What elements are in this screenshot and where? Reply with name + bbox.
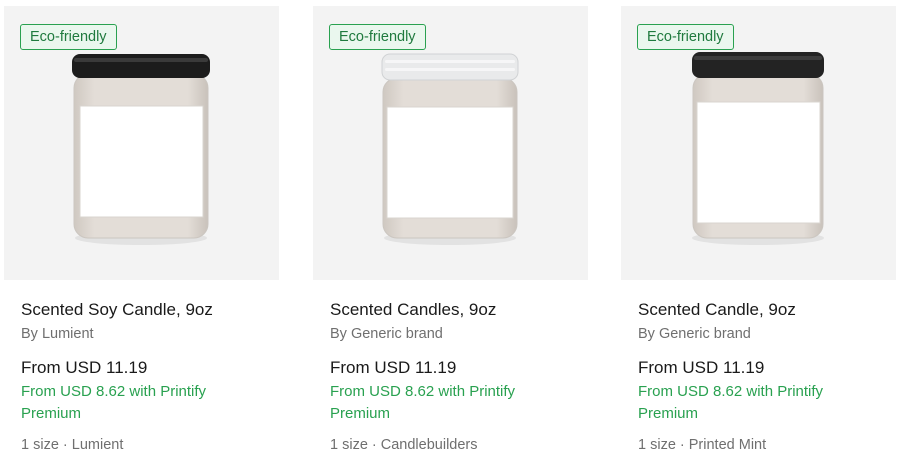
product-meta: 1 size · Printed Mint bbox=[638, 437, 767, 453]
product-meta: 1 size · Candlebuilders bbox=[330, 437, 478, 453]
product-grid: Eco-friendly Scented Soy Candle, 9oz By … bbox=[0, 0, 900, 458]
product-image[interactable]: Eco-friendly bbox=[313, 6, 588, 280]
product-price: From USD 11.19 bbox=[638, 358, 765, 377]
product-image[interactable]: Eco-friendly bbox=[621, 6, 896, 280]
premium-price: From USD 8.62 with Printify Premium bbox=[330, 383, 516, 422]
eco-friendly-badge: Eco-friendly bbox=[20, 24, 117, 50]
product-price: From USD 11.19 bbox=[330, 358, 457, 377]
product-meta: 1 size · Lumient bbox=[21, 437, 124, 453]
product-price: From USD 11.19 bbox=[21, 358, 148, 377]
premium-price: From USD 8.62 with Printify Premium bbox=[21, 383, 207, 422]
product-card[interactable]: Eco-friendly Scented Soy Candle, 9oz By … bbox=[4, 6, 279, 458]
eco-friendly-badge: Eco-friendly bbox=[329, 24, 426, 50]
product-title[interactable]: Scented Soy Candle, 9oz bbox=[21, 300, 213, 320]
product-image[interactable]: Eco-friendly bbox=[4, 6, 279, 280]
premium-price: From USD 8.62 with Printify Premium bbox=[638, 383, 824, 422]
product-brand: By Generic brand bbox=[638, 326, 751, 342]
product-card[interactable]: Eco-friendly Scented Candles, 9oz By Gen… bbox=[313, 6, 588, 458]
product-brand: By Lumient bbox=[21, 326, 94, 342]
product-title[interactable]: Scented Candles, 9oz bbox=[330, 300, 496, 320]
product-card[interactable]: Eco-friendly Scented Candle, 9oz By Gene… bbox=[621, 6, 896, 458]
product-title[interactable]: Scented Candle, 9oz bbox=[638, 300, 796, 320]
product-brand: By Generic brand bbox=[330, 326, 443, 342]
eco-friendly-badge: Eco-friendly bbox=[637, 24, 734, 50]
